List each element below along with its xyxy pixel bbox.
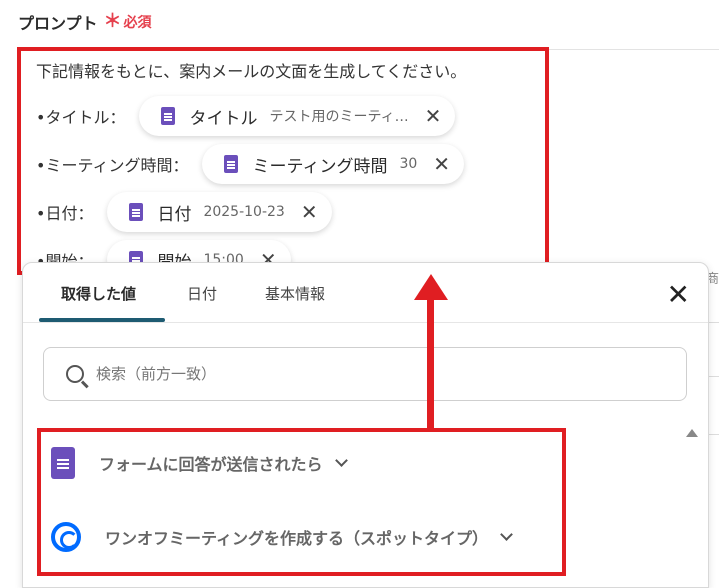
annotation-box-prompt bbox=[17, 47, 549, 275]
close-icon[interactable]: ✕ bbox=[667, 281, 690, 309]
side-divider bbox=[709, 322, 719, 323]
search-input[interactable] bbox=[96, 365, 596, 383]
picker-tabs: 取得した値 日付 基本情報 ✕ bbox=[23, 263, 708, 323]
active-tab-underline bbox=[39, 318, 165, 322]
annotation-arrow-shaft bbox=[427, 290, 434, 430]
scroll-up-arrow-icon[interactable] bbox=[686, 429, 698, 437]
side-divider bbox=[709, 376, 719, 377]
annotation-box-sources bbox=[37, 428, 566, 576]
required-text: 必須 bbox=[123, 15, 152, 31]
required-badge: ＊ 必須 bbox=[104, 12, 152, 32]
tab-basic-info[interactable]: 基本情報 bbox=[265, 283, 325, 304]
search-box[interactable] bbox=[43, 347, 687, 401]
required-asterisk: ＊ bbox=[103, 11, 122, 32]
prompt-field-label: プロンプト ＊ 必須 bbox=[18, 10, 152, 34]
annotation-arrow-up-icon bbox=[414, 274, 448, 300]
prompt-label-text: プロンプト bbox=[18, 14, 98, 33]
search-icon bbox=[66, 365, 84, 383]
tab-acquired-values[interactable]: 取得した値 bbox=[61, 283, 136, 304]
tab-date[interactable]: 日付 bbox=[187, 283, 217, 304]
side-divider bbox=[709, 434, 719, 435]
